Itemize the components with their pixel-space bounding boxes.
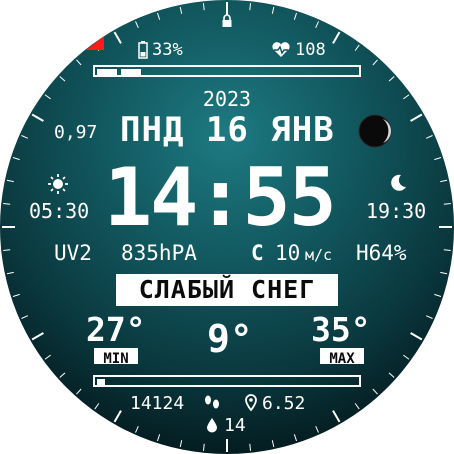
bezel-tick [249,443,252,451]
bezel-tick [440,271,448,275]
moon-phase-icon [358,114,392,148]
distance: 6.52 [262,393,306,414]
bezel-tick [135,21,139,29]
bezel-tick [293,12,298,20]
location-pin-icon [245,394,257,412]
bezel-tick [59,76,66,82]
battery-bar-seg [97,69,117,75]
weather-condition-text: СЛАБЫЙ СНЕГ [138,275,316,304]
bezel-tick [354,44,360,51]
steps-bar [93,375,361,387]
red-indicator-icon [86,36,104,50]
bezel-tick [443,249,451,252]
step-count: 14124 [130,393,185,414]
bezel-tick [271,440,275,448]
pressure: 835hPA [121,241,197,265]
bezel-tick [59,372,66,378]
heart-icon [272,42,290,57]
left-complication-value: 0,97 [54,122,98,143]
battery-bar-seg [121,69,141,75]
max-label-text: MAX [329,351,355,367]
sunrise-time: 05:30 [29,199,90,223]
crescent-moon-icon [391,174,406,191]
bezel-tick [3,202,11,205]
bezel-tick [410,332,423,341]
bezel-tick [113,410,122,423]
battery-icon [138,41,148,59]
bezel-tick [76,388,82,395]
bezel-tick [76,59,82,66]
bezel-tick [31,113,44,122]
sunset-time: 19:30 [366,199,427,223]
bezel-tick [293,434,298,442]
bezel-tick [3,249,11,252]
lock-icon [222,14,232,27]
bezel-tick [179,440,183,448]
bezel-tick [332,31,341,44]
bezel-tick [156,434,161,442]
bezel-tick [410,113,423,122]
temp-now: 9° [207,317,253,361]
humidity: H64% [356,241,407,265]
bezel-tick [354,403,360,410]
bezel-tick [202,443,205,451]
bezel-tick [179,6,183,14]
year: 2023 [202,87,252,111]
bezel-tick [403,354,410,360]
bezel-tick [6,179,14,183]
bezel-tick [31,332,44,341]
bezel-tick [440,179,448,183]
bezel-tick [271,6,275,14]
bezel-tick [21,135,29,139]
bezel-tick [12,293,20,298]
bezel-tick [156,12,161,20]
bezel-tick [425,135,433,139]
bezel-tick [434,293,442,298]
battery-percent: 33% [152,40,183,60]
bezel-tick [388,372,395,378]
min-label: MIN [94,348,138,367]
water-count: 14 [224,415,246,436]
max-label: MAX [320,348,364,367]
sun-icon [48,174,68,194]
footprints-icon [205,395,219,409]
bezel-tick [315,425,319,433]
bezel-tick [44,354,51,360]
bezel-tick [434,156,442,161]
heart-rate: 108 [295,40,326,60]
wind-unit: м/с [305,246,333,264]
bezel-tick [135,425,139,433]
uv-index: UV2 [54,241,92,265]
bezel-tick [315,21,319,29]
bezel-tick [113,31,122,44]
battery-bar [93,65,361,77]
bezel-tick [332,410,341,423]
bezel-tick [6,271,14,275]
bezel-tick [388,76,395,82]
wind-direction: С [251,241,264,265]
temp-min: 27° [86,310,146,349]
date-text: ПНД 16 ЯНВ [120,110,335,150]
temp-max: 35° [311,310,371,349]
water-drop-icon [207,418,217,433]
weather-condition: СЛАБЫЙ СНЕГ [116,274,338,306]
bezel-tick [372,388,378,395]
main-time: 14:55 [104,151,337,244]
bezel-tick [12,156,20,161]
bezel-tick [443,202,451,205]
bezel-tick [249,3,252,11]
steps-bar-fill [97,379,105,385]
bezel-tick [425,315,433,319]
bezel-tick [21,315,29,319]
min-label-text: MIN [103,351,129,367]
wind-speed: 10 [275,241,301,265]
bezel-tick [202,3,205,11]
bezel-tick [94,403,100,410]
bezel-tick [372,59,378,66]
watch-face: 33% 108 2023 0,97 ПНД 16 ЯНВ 05:30 14:55 [0,0,454,454]
